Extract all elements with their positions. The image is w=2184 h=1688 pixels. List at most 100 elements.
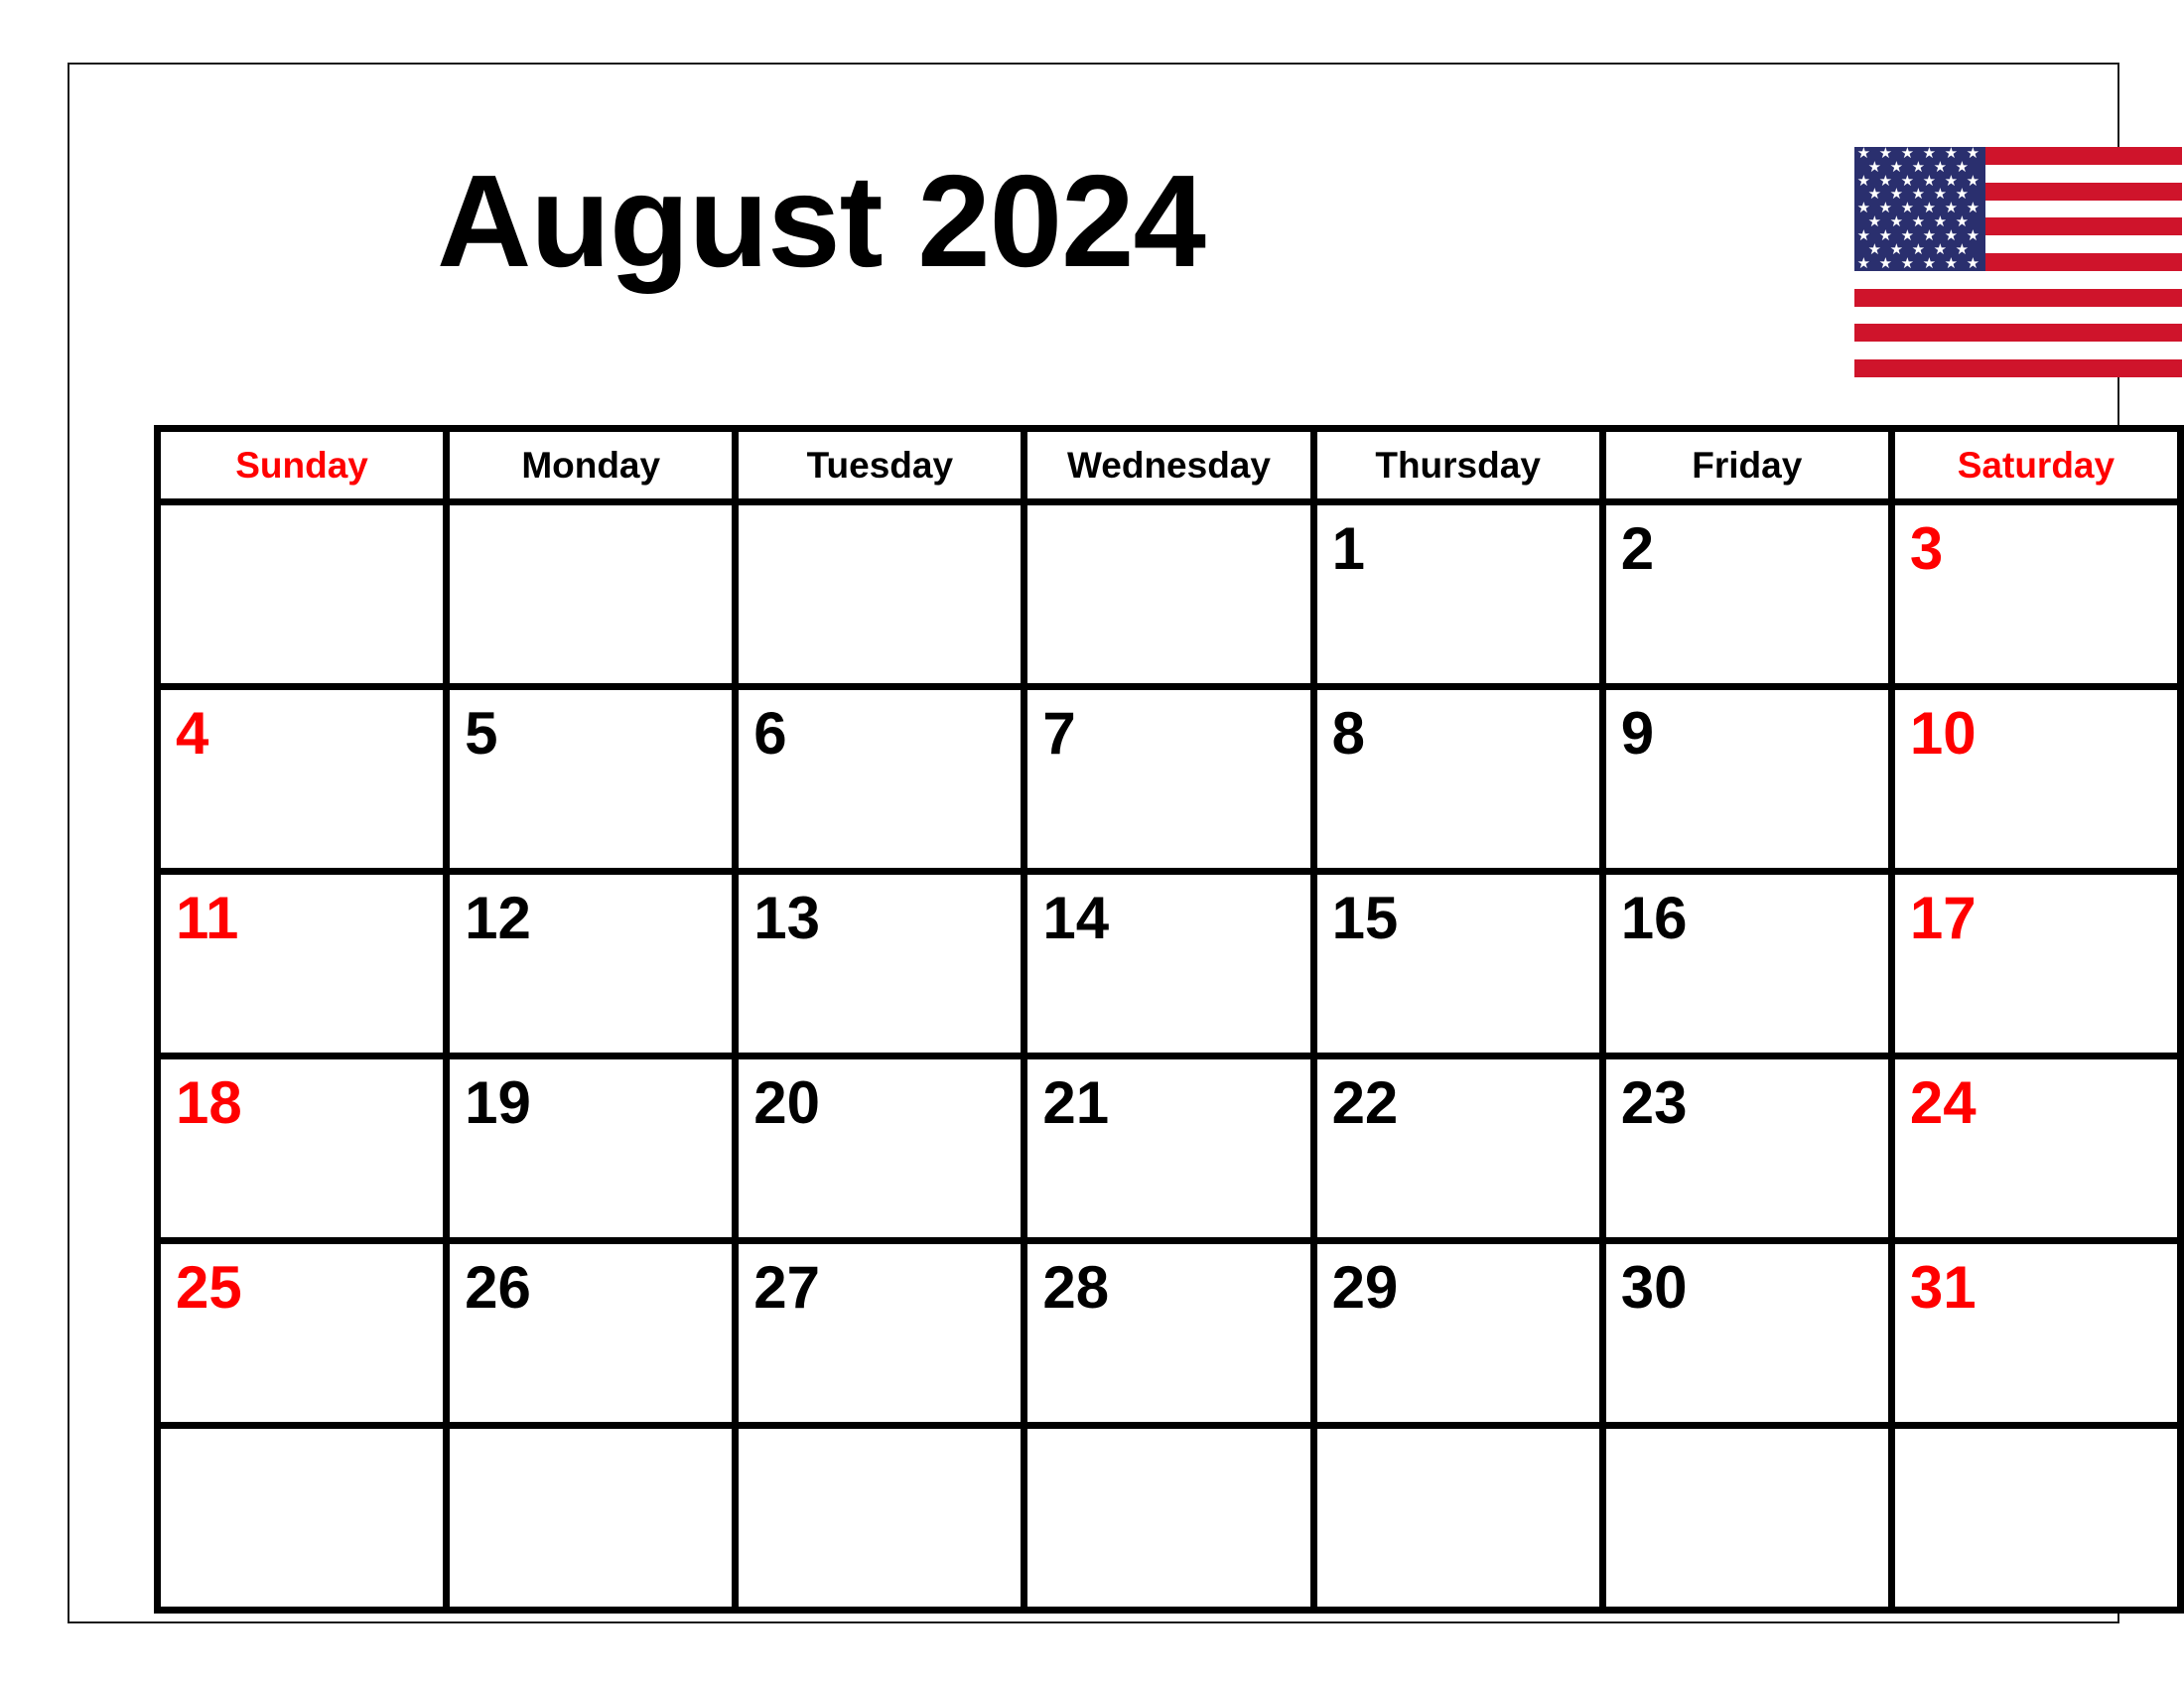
day-number-blank (1895, 1429, 2177, 1443)
calendar-day-cell[interactable]: 21 (1021, 1053, 1317, 1244)
calendar-day-cell[interactable]: 2 (1598, 498, 1895, 690)
calendar-day-cell[interactable]: 13 (732, 868, 1028, 1059)
calendar-day-cell[interactable]: 11 (153, 868, 451, 1059)
day-number-blank (1606, 1429, 1888, 1443)
calendar-day-cell[interactable]: 3 (1887, 498, 2184, 690)
calendar-grid: Sunday Monday Tuesday Wednesday Thursday… (153, 425, 2184, 1614)
day-number-blank (1027, 1429, 1309, 1443)
calendar-day-cell[interactable]: 1 (1309, 498, 1606, 690)
calendar-day-cell[interactable]: 5 (443, 683, 740, 875)
calendar-day-cell[interactable]: 24 (1887, 1053, 2184, 1244)
calendar-day-cell[interactable]: 6 (732, 683, 1028, 875)
calendar-day-cell[interactable] (732, 498, 1028, 690)
calendar-day-cell[interactable]: 28 (1021, 1237, 1317, 1429)
day-header-saturday: Saturday (1887, 425, 2184, 505)
calendar-day-cell[interactable]: 27 (732, 1237, 1028, 1429)
calendar-day-cell[interactable]: 16 (1598, 868, 1895, 1059)
flag-star-row: ★ ★ ★ ★ ★ ★ (1854, 228, 1985, 243)
calendar-day-cell[interactable]: 22 (1309, 1053, 1606, 1244)
calendar-day-cell[interactable] (1021, 1422, 1317, 1614)
calendar-day-cell[interactable]: 29 (1309, 1237, 1606, 1429)
calendar-header-row: Sunday Monday Tuesday Wednesday Thursday… (153, 425, 2184, 505)
flag-star-row: ★ ★ ★ ★ ★ ★ (1854, 254, 1985, 271)
calendar-day-cell[interactable]: 17 (1887, 868, 2184, 1059)
day-number-blank (1317, 1429, 1599, 1443)
flag-stripe (1854, 288, 2182, 307)
flag-star-icon: ★ (1944, 254, 1959, 271)
calendar-week-row: 4 5 6 7 8 9 10 (153, 683, 2184, 875)
day-number: 30 (1620, 1254, 1688, 1321)
day-number: 23 (1620, 1069, 1688, 1136)
flag-stripe (1854, 306, 2182, 325)
calendar-week-row (153, 1422, 2184, 1614)
day-header-tuesday: Tuesday (732, 425, 1028, 505)
calendar-day-cell[interactable]: 19 (443, 1053, 740, 1244)
day-number-blank (161, 505, 443, 519)
calendar-header-area: August 2024 ★ ★ ★ ★ ★ ★ ★ ★ ★ ★ ★ ★ ★ ★ ★ ★ ★ ★ ★ ★ ★ ★ ★ ★ ★ ★ ★ ★… (69, 65, 2184, 422)
day-number-blank (450, 1429, 732, 1443)
calendar-day-cell[interactable] (1309, 1422, 1606, 1614)
calendar-body: 1 2 3 4 5 6 7 8 9 10 11 12 13 14 15 16 17 18 19 20 21 22 23 24 2… (153, 498, 2184, 1614)
flag-star-row: ★ ★ ★ ★ ★ (1854, 160, 1985, 175)
flag-star-row: ★ ★ ★ ★ ★ (1854, 214, 1985, 229)
flag-star-icon: ★ (1878, 254, 1893, 271)
day-number: 21 (1042, 1069, 1110, 1136)
day-number-blank (739, 505, 1021, 519)
calendar-day-cell[interactable]: 14 (1021, 868, 1317, 1059)
day-number: 7 (1042, 700, 1076, 767)
flag-star-row: ★ ★ ★ ★ ★ ★ (1854, 201, 1985, 215)
day-number: 26 (465, 1254, 531, 1321)
calendar-day-cell[interactable] (1598, 1422, 1895, 1614)
day-number: 16 (1620, 885, 1688, 951)
calendar-day-cell[interactable] (443, 1422, 740, 1614)
calendar-day-cell[interactable] (443, 498, 740, 690)
day-number-blank (739, 1429, 1021, 1443)
flag-stripe (1854, 342, 2182, 360)
page-frame: August 2024 ★ ★ ★ ★ ★ ★ ★ ★ ★ ★ ★ ★ ★ ★ ★ ★ ★ ★ ★ ★ ★ ★ ★ ★ ★ ★ ★ ★… (68, 63, 2184, 1623)
day-number: 3 (1909, 515, 1944, 582)
flag-star-row: ★ ★ ★ ★ ★ (1854, 187, 1985, 202)
calendar-day-cell[interactable]: 20 (732, 1053, 1028, 1244)
calendar-day-cell[interactable]: 25 (153, 1237, 451, 1429)
day-header-sunday: Sunday (153, 425, 451, 505)
day-number: 15 (1331, 885, 1399, 951)
flag-star-row: ★ ★ ★ ★ ★ ★ (1854, 147, 1985, 161)
day-number: 10 (1909, 700, 1977, 767)
calendar-day-cell[interactable] (732, 1422, 1028, 1614)
calendar-day-cell[interactable] (153, 498, 451, 690)
calendar-day-cell[interactable]: 23 (1598, 1053, 1895, 1244)
day-number: 14 (1042, 885, 1110, 951)
calendar-day-cell[interactable]: 31 (1887, 1237, 2184, 1429)
day-number: 2 (1620, 515, 1655, 582)
page-title: August 2024 (437, 148, 1206, 294)
calendar-day-cell[interactable]: 12 (443, 868, 740, 1059)
day-number: 27 (753, 1254, 821, 1321)
day-header-thursday: Thursday (1309, 425, 1606, 505)
calendar-day-cell[interactable] (153, 1422, 451, 1614)
calendar-week-row: 18 19 20 21 22 23 24 (153, 1053, 2184, 1244)
calendar-day-cell[interactable]: 26 (443, 1237, 740, 1429)
day-number: 5 (465, 700, 498, 767)
united-states-flag-icon: ★ ★ ★ ★ ★ ★ ★ ★ ★ ★ ★ ★ ★ ★ ★ ★ ★ ★ ★ ★ ★ ★ ★ ★ ★ ★ ★ ★ ★ ★ ★ ★ ★ ★ ★ ★ ★ ★ ★ ★… (1854, 147, 2182, 377)
day-number: 1 (1331, 515, 1365, 582)
calendar-day-cell[interactable]: 30 (1598, 1237, 1895, 1429)
calendar-day-cell[interactable]: 10 (1887, 683, 2184, 875)
calendar-week-row: 25 26 27 28 29 30 31 (153, 1237, 2184, 1429)
calendar-day-cell[interactable]: 15 (1309, 868, 1606, 1059)
day-header-monday: Monday (443, 425, 740, 505)
day-number: 28 (1042, 1254, 1110, 1321)
flag-star-icon: ★ (1966, 254, 1980, 271)
flag-stripe (1854, 324, 2182, 343)
calendar-day-cell[interactable] (1887, 1422, 2184, 1614)
day-number: 11 (176, 885, 239, 951)
flag-star-row: ★ ★ ★ ★ ★ ★ (1854, 174, 1985, 189)
day-number: 6 (753, 700, 787, 767)
day-number: 19 (465, 1069, 531, 1136)
day-number: 29 (1331, 1254, 1399, 1321)
calendar-day-cell[interactable]: 8 (1309, 683, 1606, 875)
calendar-day-cell[interactable] (1021, 498, 1317, 690)
calendar-day-cell[interactable]: 7 (1021, 683, 1317, 875)
calendar-day-cell[interactable]: 18 (153, 1053, 451, 1244)
calendar-day-cell[interactable]: 4 (153, 683, 451, 875)
calendar-day-cell[interactable]: 9 (1598, 683, 1895, 875)
